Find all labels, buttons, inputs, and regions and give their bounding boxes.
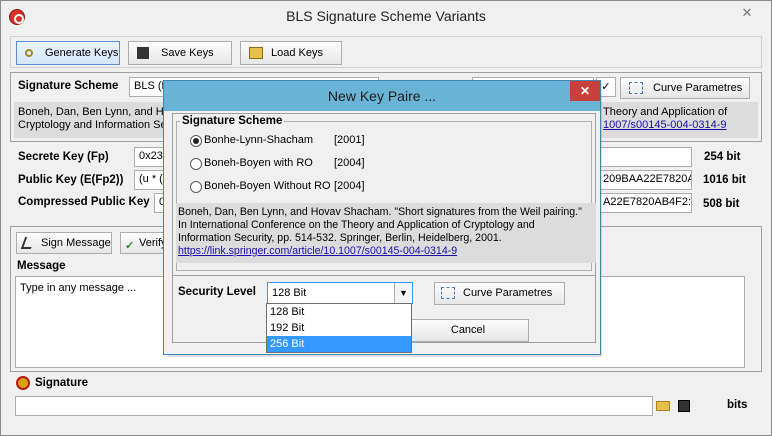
radio-bb-ro[interactable] (190, 158, 202, 170)
folder-icon[interactable] (656, 401, 670, 411)
generate-keys-button[interactable]: Generate Keys (16, 41, 120, 65)
secret-key-bits: 254 bit (704, 151, 741, 163)
option-bls-year: [2001] (334, 134, 365, 146)
citation-right-line1: Theory and Application of (603, 106, 728, 118)
option-bb-noro-label: Boneh-Boyen Without RO (204, 180, 331, 192)
public-key-label: Public Key (E(Fp2)) (18, 174, 124, 186)
save-disk-icon[interactable] (678, 400, 690, 412)
signature-ribbon-icon (16, 376, 30, 390)
verify-button[interactable]: ✓ Verify (120, 232, 167, 254)
sign-message-button[interactable]: Sign Message (16, 232, 112, 254)
security-option-256[interactable]: 256 Bit (267, 336, 411, 352)
dialog-citation-link[interactable]: https://link.springer.com/article/10.100… (178, 245, 457, 257)
sign-icon (20, 237, 36, 249)
radio-bb-noro[interactable] (190, 181, 202, 193)
dialog-title: New Key Paire ... (327, 88, 437, 104)
radio-bls[interactable] (190, 135, 202, 147)
dialog-close-button[interactable]: ✕ (570, 81, 600, 101)
citation-left-line1: Boneh, Dan, Ben Lynn, and Ho (18, 106, 170, 118)
dialog-curve-params-label: Curve Parametres (463, 287, 553, 299)
security-level-select[interactable]: 128 Bit ▼ (267, 282, 413, 304)
main-close-button[interactable]: ✕ (731, 4, 763, 22)
compressed-key-field-tail[interactable]: A22E7820AB4F2: (600, 193, 692, 213)
message-placeholder: Type in any message ... (20, 282, 137, 294)
curve-params-icon (629, 82, 643, 94)
signature-scheme-label: Signature Scheme (18, 80, 119, 92)
dialog-curve-params-button[interactable]: Curve Parametres (434, 282, 565, 305)
generate-keys-label: Generate Keys (45, 47, 119, 59)
security-level-value: 128 Bit (272, 287, 307, 299)
save-icon (137, 47, 149, 59)
secret-key-label: Secrete Key (Fp) (18, 151, 109, 163)
citation-left-line2: Cryptology and Information Se (18, 119, 167, 131)
dialog-citation-line2: In International Conference on the Theor… (178, 219, 535, 231)
security-option-192[interactable]: 192 Bit (267, 320, 411, 336)
save-keys-label: Save Keys (161, 47, 214, 59)
verify-icon: ✓ (125, 240, 135, 252)
scheme-group-label: Signature Scheme (180, 115, 285, 127)
dialog-cancel-label: Cancel (450, 324, 486, 336)
option-bls-label: Bonhe-Lynn-Shacham (204, 134, 314, 146)
dialog-citation-line3: Information Security, pp. 514-532. Sprin… (178, 232, 502, 244)
security-option-128[interactable]: 128 Bit (267, 304, 411, 320)
option-bb-noro-year: [2004] (334, 180, 365, 192)
citation-right-link[interactable]: 1007/s00145-004-0314-9 (603, 119, 727, 131)
load-keys-label: Load Keys (271, 47, 323, 59)
toolbar (10, 36, 762, 68)
message-label: Message (17, 260, 66, 272)
option-bb-ro-year: [2004] (334, 157, 365, 169)
load-icon (249, 47, 263, 59)
window-title: BLS Signature Scheme Variants (286, 8, 486, 24)
save-keys-button[interactable]: Save Keys (128, 41, 232, 65)
key-icon (25, 49, 33, 57)
curve-params-button-main[interactable]: Curve Parametres (620, 77, 750, 99)
signature-label: Signature (35, 377, 89, 389)
curve-params-icon (441, 287, 455, 299)
signature-field[interactable] (15, 396, 653, 416)
signature-bits-label: bits (727, 399, 748, 411)
dialog-cancel-button[interactable]: Cancel (407, 319, 529, 342)
security-dropdown-list: 128 Bit 192 Bit 256 Bit (266, 303, 412, 353)
curve-params-label-main: Curve Parametres (653, 82, 743, 94)
public-key-bits: 1016 bit (703, 174, 746, 186)
security-level-label: Security Level (178, 286, 256, 298)
sign-message-label: Sign Message (41, 237, 111, 249)
load-keys-button[interactable]: Load Keys (240, 41, 342, 65)
compressed-key-label: Compressed Public Key (18, 196, 150, 208)
dialog-citation-line1: Boneh, Dan, Ben Lynn, and Hovav Shacham.… (178, 206, 582, 218)
dropdown-arrow-icon[interactable]: ▼ (394, 283, 412, 303)
compressed-key-bits: 508 bit (703, 198, 740, 210)
secret-key-field-tail[interactable] (600, 147, 692, 167)
public-key-field-tail[interactable]: 209BAA22E7820A (600, 170, 692, 190)
option-bb-ro-label: Boneh-Boyen with RO (204, 157, 313, 169)
